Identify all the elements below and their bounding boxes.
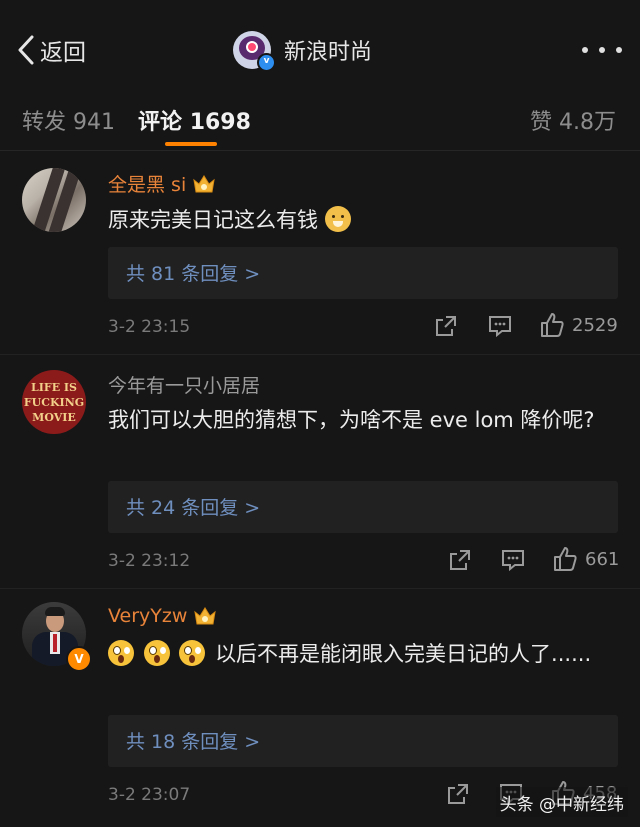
avatar[interactable]: LIFE IS FUCKING MOVIE: [22, 370, 86, 434]
replies-label: 共 18 条回复 >: [126, 731, 261, 753]
comment-icon: [489, 316, 511, 338]
like-button[interactable]: 2529: [540, 312, 618, 338]
comment-text-content: 以后不再是能闭眼入完美日记的人了......: [215, 642, 592, 666]
like-count: 661: [585, 548, 620, 570]
tab-likes-label: 赞: [529, 110, 552, 135]
comment-time: 3-2 23:15: [108, 317, 191, 337]
thumbs-up-icon: [554, 547, 577, 571]
comment-icon: [502, 550, 524, 572]
more-dot-icon: [616, 47, 622, 53]
comment-header: 全是黑 si: [108, 170, 216, 197]
chevron-left-icon: [18, 35, 34, 65]
active-tab-indicator: [165, 142, 217, 146]
tab-comments-label: 评论: [138, 110, 183, 135]
tab-likes-count: 4.8万: [559, 110, 616, 135]
reply-button[interactable]: [500, 548, 526, 572]
avatar-text: FUCKING: [23, 395, 85, 409]
more-dot-icon: [599, 47, 605, 53]
share-icon: [450, 550, 470, 570]
share-button[interactable]: [434, 314, 458, 338]
comment-header: VeryYzw: [108, 605, 217, 627]
tab-bar: 转发 941 评论 1698 赞 4.8万: [0, 100, 640, 150]
astonished-emoji-icon: [108, 640, 134, 666]
avatar-text: LIFE IS: [31, 380, 77, 394]
divider: [0, 150, 640, 151]
thumbs-up-icon: [541, 313, 564, 337]
username[interactable]: 全是黑 si: [108, 170, 186, 197]
more-dot-icon: [582, 47, 588, 53]
like-button[interactable]: 661: [553, 546, 619, 572]
page-title: 新浪时尚: [284, 40, 373, 65]
verified-badge-icon: V: [66, 646, 92, 672]
tab-comments-count: 1698: [189, 110, 251, 135]
astonished-emoji-icon: [143, 640, 170, 666]
view-replies-button[interactable]: 共 24 条回复 >: [108, 481, 618, 533]
like-count: 2529: [572, 314, 618, 336]
watermark: 头条 @中新经纬: [495, 787, 628, 817]
replies-label: 共 81 条回复 >: [126, 263, 261, 285]
dog-face-emoji-icon: [324, 206, 351, 232]
comment-text: 我们可以大胆的猜想下，为啥不是 eve lom 降价呢?: [108, 403, 613, 437]
tab-likes[interactable]: 赞 4.8万: [530, 104, 616, 136]
view-replies-button[interactable]: 共 81 条回复 >: [108, 247, 618, 299]
view-replies-button[interactable]: 共 18 条回复 >: [108, 715, 618, 767]
tab-comments[interactable]: 评论 1698: [138, 104, 251, 136]
tab-reposts-count: 941: [73, 110, 116, 135]
back-label: 返回: [40, 40, 86, 66]
top-bar: 返回 v 新浪时尚: [0, 0, 640, 100]
share-icon: [448, 784, 468, 804]
comment-time: 3-2 23:07: [108, 785, 191, 805]
divider: [0, 588, 640, 589]
username[interactable]: 今年有一只小居居: [108, 371, 260, 398]
crown-badge-icon: [194, 607, 217, 625]
verified-icon: v: [257, 52, 276, 72]
divider: [0, 354, 640, 355]
watermark-text: 头条 @中新经纬: [499, 794, 624, 815]
share-button[interactable]: [446, 782, 470, 806]
share-icon: [436, 316, 456, 336]
comment-text-content: 原来完美日记这么有钱: [108, 208, 318, 232]
replies-label: 共 24 条回复 >: [126, 497, 261, 519]
comment-text-content: 我们可以大胆的猜想下，为啥不是 eve lom 降价呢?: [108, 408, 595, 432]
tab-reposts-label: 转发: [22, 110, 67, 135]
crown-badge-icon: [193, 174, 215, 192]
astonished-emoji-icon: [179, 640, 206, 666]
comment-text: 原来完美日记这么有钱: [108, 203, 613, 237]
comment-header: 今年有一只小居居: [108, 371, 260, 398]
tab-reposts[interactable]: 转发 941: [22, 104, 115, 136]
avatar[interactable]: [22, 168, 86, 232]
comment-text: 以后不再是能闭眼入完美日记的人了......: [108, 637, 613, 671]
back-button[interactable]: 返回: [16, 30, 86, 70]
comment-time: 3-2 23:12: [108, 551, 191, 571]
avatar-text: MOVIE: [32, 410, 76, 424]
username[interactable]: VeryYzw: [108, 605, 187, 627]
account-title[interactable]: v 新浪时尚: [233, 29, 373, 72]
more-options-button[interactable]: [582, 40, 622, 60]
reply-button[interactable]: [487, 314, 513, 338]
share-button[interactable]: [448, 548, 472, 572]
